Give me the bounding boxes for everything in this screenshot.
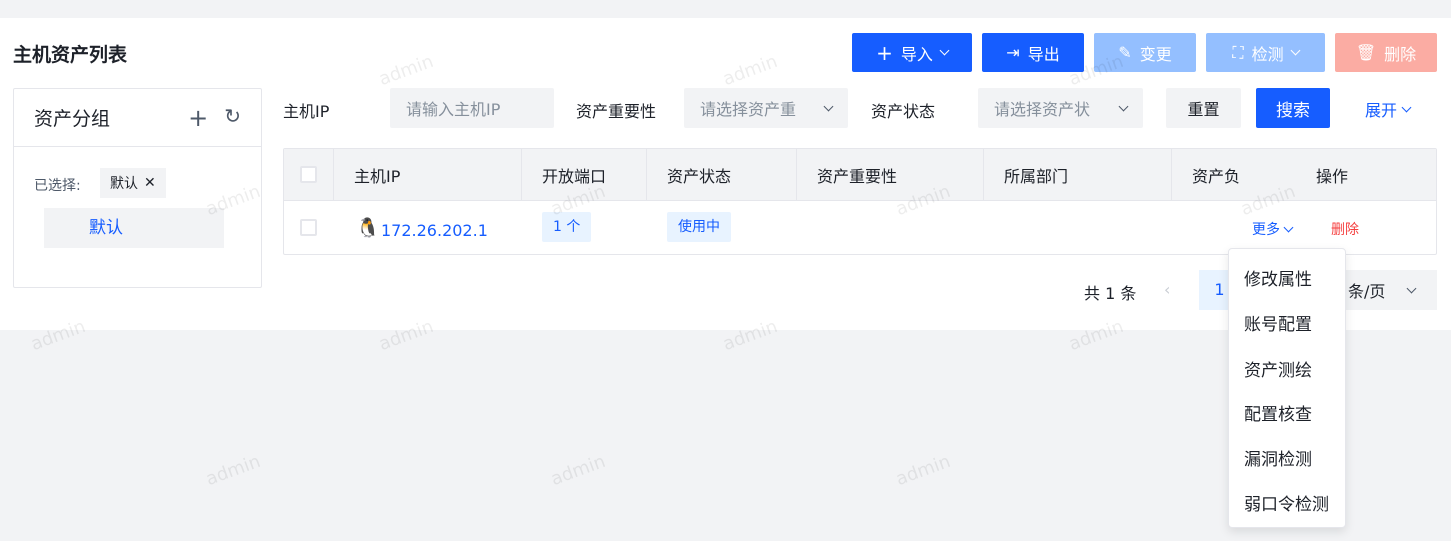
export-button[interactable]: ⇥ 导出 xyxy=(982,33,1084,72)
asset-group-panel: 资产分组 + ↻ 已选择: 默认 ✕ 默认 xyxy=(13,88,262,288)
chevron-down-icon xyxy=(939,45,950,56)
status-tag: 使用中 xyxy=(667,212,731,242)
menu-item-asset-mapping[interactable]: 资产测绘 xyxy=(1244,356,1312,381)
reset-button[interactable]: 重置 xyxy=(1166,88,1241,128)
watermark: admin xyxy=(893,450,954,491)
add-group-icon[interactable]: + xyxy=(188,104,208,132)
col-department[interactable]: 所属部门 xyxy=(984,149,1172,201)
group-item-default[interactable]: 默认 xyxy=(44,208,224,248)
ports-tag[interactable]: 1 个 xyxy=(542,212,592,242)
col-open-ports[interactable]: 开放端口 xyxy=(522,149,647,201)
expand-button[interactable]: 展开 xyxy=(1365,97,1412,121)
more-button[interactable]: 更多 xyxy=(1252,219,1294,239)
delete-button[interactable]: 🗑 删除 xyxy=(1335,33,1437,72)
menu-item-modify-attributes[interactable]: 修改属性 xyxy=(1244,265,1312,290)
table-row: 🐧 172.26.202.1 1 个 使用中 更多 删除 xyxy=(284,201,1436,254)
page-title: 主机资产列表 xyxy=(13,44,128,66)
row-delete-button[interactable]: 删除 xyxy=(1331,219,1359,239)
selected-tag: 默认 ✕ xyxy=(100,168,166,198)
import-button[interactable]: + 导入 xyxy=(852,33,972,72)
asset-table: 主机IP 开放端口 资产状态 资产重要性 所属部门 资产负 操作 🐧 172.2… xyxy=(283,148,1437,255)
menu-item-weak-password[interactable]: 弱口令检测 xyxy=(1244,490,1329,515)
chevron-down-icon xyxy=(1406,283,1417,293)
more-dropdown-menu: 修改属性 账号配置 资产测绘 配置核查 漏洞检测 弱口令检测 xyxy=(1228,248,1346,528)
trash-icon: 🗑 xyxy=(1355,43,1377,62)
importance-select[interactable]: 请选择资产重 xyxy=(684,88,848,128)
prev-page-icon[interactable]: ‹ xyxy=(1164,280,1170,299)
host-ip-label: 主机IP xyxy=(283,102,330,121)
detect-button[interactable]: ⛶ 检测 xyxy=(1206,33,1325,72)
watermark: admin xyxy=(548,450,609,491)
search-button[interactable]: 搜索 xyxy=(1256,88,1330,128)
linux-icon: 🐧 xyxy=(356,217,380,239)
menu-item-vuln-detect[interactable]: 漏洞检测 xyxy=(1244,445,1312,470)
chevron-down-icon xyxy=(1401,102,1412,112)
col-actions: 操作 xyxy=(1316,167,1349,186)
host-ip-link[interactable]: 172.26.202.1 xyxy=(381,221,488,240)
refresh-icon[interactable]: ↻ xyxy=(224,104,241,132)
table-header: 主机IP 开放端口 资产状态 资产重要性 所属部门 资产负 操作 xyxy=(284,149,1436,201)
chevron-down-icon xyxy=(823,101,834,111)
chevron-down-icon xyxy=(1290,45,1301,56)
export-icon: ⇥ xyxy=(1006,43,1020,62)
chevron-down-icon xyxy=(1118,101,1129,111)
importance-label: 资产重要性 xyxy=(576,102,657,121)
menu-item-config-check[interactable]: 配置核查 xyxy=(1244,400,1312,425)
plus-icon: + xyxy=(876,40,893,65)
selected-label: 已选择: xyxy=(34,178,81,194)
col-importance[interactable]: 资产重要性 xyxy=(797,149,984,201)
row-checkbox[interactable] xyxy=(300,219,317,236)
host-ip-input[interactable]: 请输入主机IP xyxy=(390,88,554,128)
watermark: admin xyxy=(203,450,264,491)
pagination-total: 共 1 条 xyxy=(1084,284,1137,303)
col-owner[interactable]: 资产负 xyxy=(1172,149,1242,201)
asset-group-title: 资产分组 xyxy=(34,108,111,130)
edit-icon: ✎ xyxy=(1118,43,1132,62)
close-icon[interactable]: ✕ xyxy=(144,175,156,191)
status-select[interactable]: 请选择资产状 xyxy=(978,88,1143,128)
select-all-checkbox[interactable] xyxy=(300,166,317,183)
menu-item-account-config[interactable]: 账号配置 xyxy=(1244,310,1312,335)
scan-icon: ⛶ xyxy=(1232,42,1244,62)
status-label: 资产状态 xyxy=(871,102,936,121)
col-host-ip[interactable]: 主机IP xyxy=(334,149,522,201)
change-button[interactable]: ✎ 变更 xyxy=(1094,33,1196,72)
col-asset-status[interactable]: 资产状态 xyxy=(647,149,797,201)
chevron-down-icon xyxy=(1283,222,1294,232)
